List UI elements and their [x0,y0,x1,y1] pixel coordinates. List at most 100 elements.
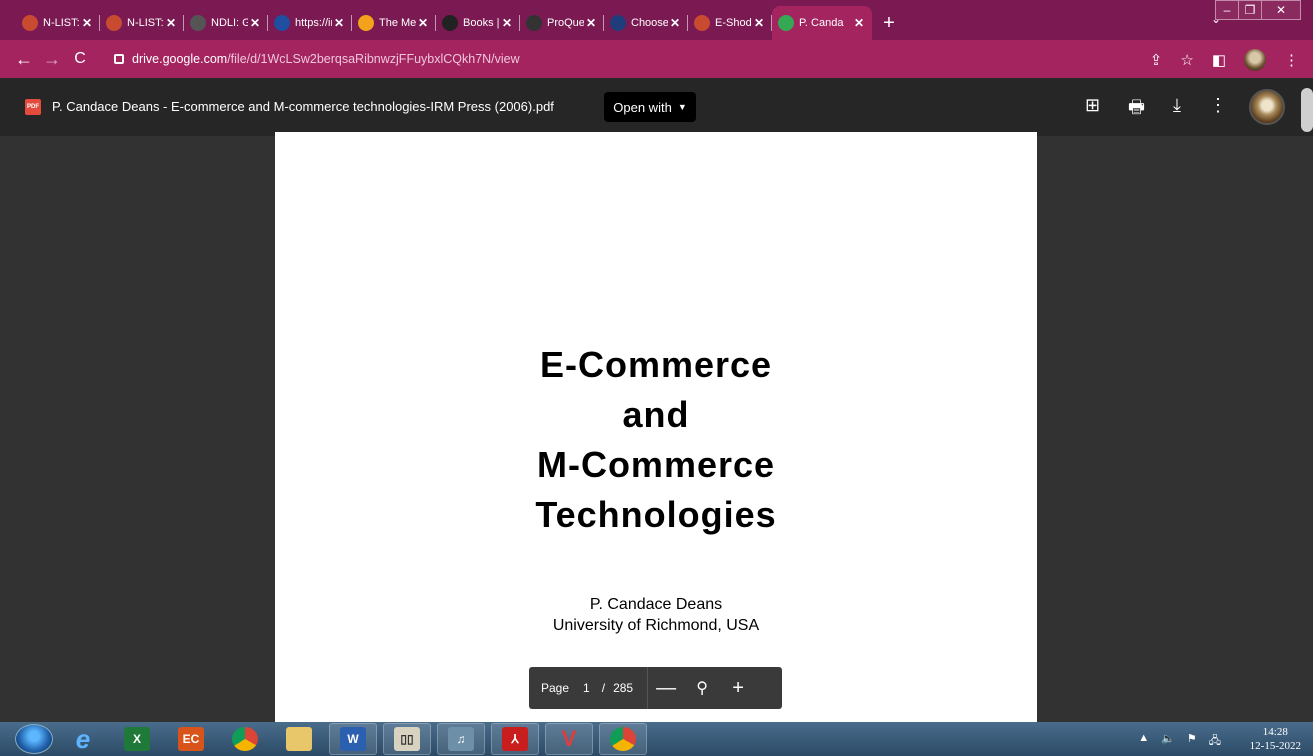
side-panel-icon[interactable]: ◧ [1212,51,1226,69]
book-title-line: M-Commerce [536,444,776,485]
word-icon: W [340,727,366,751]
taskbar-excel[interactable]: X [113,723,161,755]
book-author-block: P. Candace Deans University of Richmond,… [275,594,1037,636]
add-to-drive-icon[interactable]: ⊞ [1085,95,1100,125]
start-button[interactable] [15,724,53,754]
bookmark-star-icon[interactable]: ☆ [1180,51,1193,69]
url-field[interactable]: drive.google.com/file/d/1WcLSw2berqsaRib… [114,47,1134,71]
book-reader-icon: ▯▯ [394,727,420,751]
tab-close-icon[interactable]: ✕ [80,16,94,30]
page-zoom-control: Page 1 / 285 — ⚲ + [529,667,782,709]
browser-tab[interactable]: P. Canda ✕ [772,6,872,40]
more-actions-icon[interactable]: ⋮ [1209,95,1227,125]
taskbar-reader[interactable]: ▯▯ [383,723,431,755]
zoom-magnifier-icon[interactable]: ⚲ [684,678,720,698]
tab-close-icon[interactable]: ✕ [164,16,178,30]
browser-tab[interactable]: NDLI: Gu✕ [184,6,268,40]
zoom-out-icon[interactable]: — [648,677,684,700]
browser-tab[interactable]: https://in✕ [268,6,352,40]
chrome-icon [232,727,258,751]
tab-title: ProQuest [547,17,584,29]
restore-button[interactable]: ❐ [1238,0,1262,20]
eshodh-icon [694,15,710,31]
volume-icon[interactable]: 🔈 [1161,732,1175,751]
download-icon[interactable]: ⤓ [1173,95,1181,125]
share-icon[interactable]: ⇪ [1150,51,1163,69]
file-explorer-icon [286,727,312,751]
tray-expand-icon[interactable]: ▲ [1138,732,1149,751]
open-with-label: Open with [613,99,672,115]
book-title-line: Technologies [535,494,777,535]
drive-icon [778,15,794,31]
close-window-button[interactable]: ✕ [1261,0,1301,20]
url-path: /file/d/1WcLSw2berqsaRibnwzjFFuybxlCQkh7… [227,52,520,66]
browser-tab-strip: N-LIST: N✕N-LIST: N✕NDLI: Gu✕https://in✕… [0,0,1313,40]
ij-icon [274,15,290,31]
network-icon[interactable]: 🖧 [1209,732,1221,751]
tab-title: N-LIST: N [127,17,164,29]
back-icon[interactable]: ← [10,49,38,70]
browser-tab[interactable]: Choose D✕ [604,6,688,40]
tab-close-icon[interactable]: ✕ [668,16,682,30]
new-tab-button[interactable]: + [872,6,906,40]
forward-icon[interactable]: → [38,49,66,70]
ndli-icon [190,15,206,31]
chrome-profile-icon [610,727,636,751]
book-title-line: and [622,394,690,435]
pdf-page: E-Commerce and M-Commerce Technologies P. C… [275,132,1037,722]
tab-title: N-LIST: N [43,17,80,29]
browser-menu-icon[interactable]: ⋮ [1284,51,1299,69]
taskbar-media[interactable]: ♫ [437,723,485,755]
reload-icon[interactable]: C [66,50,94,68]
current-page-field[interactable]: 1 [583,681,590,695]
profile-avatar[interactable] [1244,49,1266,71]
account-avatar[interactable] [1249,89,1285,125]
clock-date: 12-15-2022 [1249,740,1301,752]
total-pages: 285 [613,681,634,695]
caret-down-icon: ▼ [677,102,687,112]
taskbar-ie[interactable]: e [59,723,107,755]
tab-close-icon[interactable]: ✕ [332,16,346,30]
taskbar-word[interactable]: W [329,723,377,755]
internet-explorer-icon: e [75,723,91,754]
browser-tab[interactable]: Books | C✕ [436,6,520,40]
url-host: drive.google.com [132,52,228,66]
tab-close-icon[interactable]: ✕ [248,16,262,30]
taskbar-clock[interactable]: 14:28 12-15-2022 [1250,725,1301,753]
tab-close-icon[interactable]: ✕ [752,16,766,30]
ec-app-icon: EC [178,727,204,751]
tab-close-icon[interactable]: ✕ [416,16,430,30]
taskbar-chrome[interactable] [221,723,269,755]
browser-tab[interactable]: N-LIST: N✕ [100,6,184,40]
taskbar-acrobat[interactable]: ⅄ [491,723,539,755]
flag-icon[interactable]: ⚑ [1187,732,1197,751]
tab-close-icon[interactable]: ✕ [500,16,514,30]
media-icon: ♫ [448,727,474,751]
page-separator: / [601,681,606,695]
print-icon[interactable]: 🖶 [1128,95,1145,125]
minimize-button[interactable]: – [1215,0,1239,20]
browser-tab[interactable]: The Merc✕ [352,6,436,40]
book-title-line: E-Commerce [539,344,773,385]
taskbar-vlc-app[interactable]: V [545,723,593,755]
v-app-icon: V [561,726,577,751]
scrollbar-thumb[interactable] [1301,88,1313,132]
browser-tab[interactable]: N-LIST: N✕ [16,6,100,40]
browser-tab[interactable]: ProQuest✕ [520,6,604,40]
taskbar-ec[interactable]: EC [167,723,215,755]
page-label: Page [541,681,570,695]
tab-close-icon[interactable]: ✕ [852,16,866,30]
open-with-button[interactable]: Open with ▼ [604,92,696,122]
proquest-icon [526,15,542,31]
taskbar-chrome-active[interactable] [599,723,647,755]
taskbar-explorer[interactable] [275,723,323,755]
books-icon [442,15,458,31]
excel-icon: X [124,727,150,751]
window-controls: – ❐ ✕ [1215,0,1301,20]
nlist-icon [22,15,38,31]
file-name: P. Candace Deans - E-commerce and M-comm… [52,99,554,114]
tab-close-icon[interactable]: ✕ [584,16,598,30]
tab-title: NDLI: Gu [211,17,248,29]
browser-tab[interactable]: E-Shodh✕ [688,6,772,40]
zoom-in-icon[interactable]: + [720,677,756,700]
